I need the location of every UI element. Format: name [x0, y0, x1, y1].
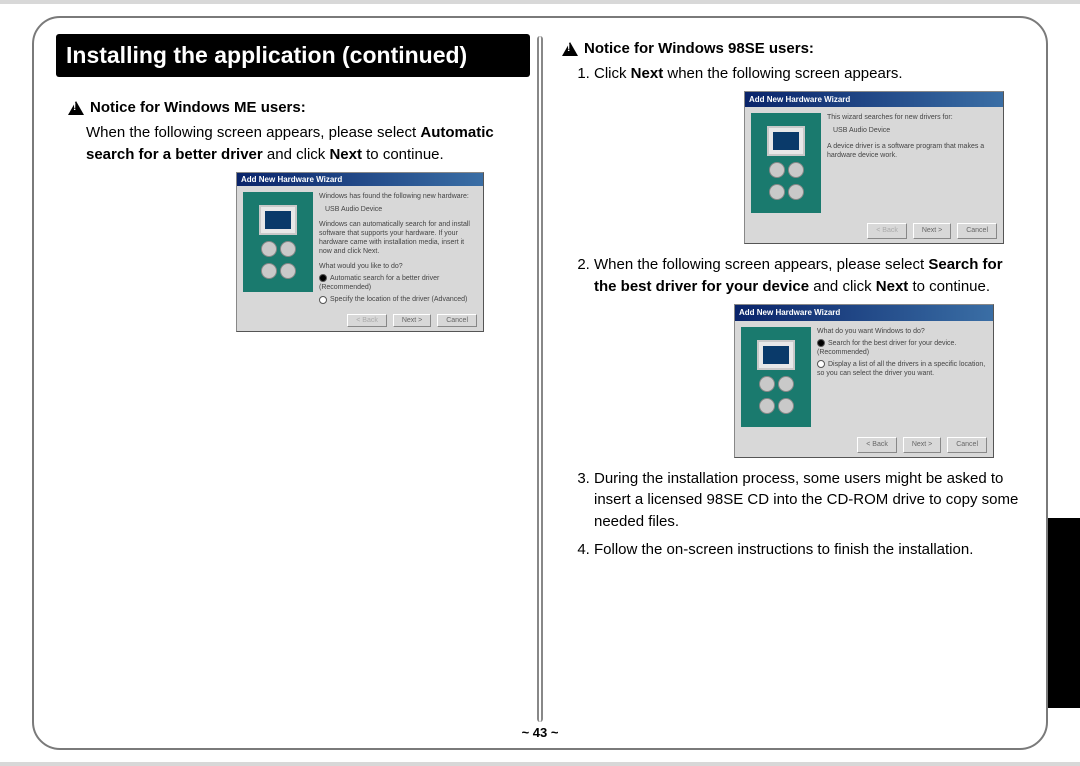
page-bottom-edge [0, 762, 1080, 766]
dialog-98b-footer: < Back Next > Cancel [735, 433, 993, 457]
page-title: Installing the application (continued) [56, 34, 530, 77]
dialog-me-screenshot: Add New Hardware Wizard Windows has foun… [236, 172, 484, 333]
next-button: Next > [393, 314, 431, 327]
dialog-98b-opt2: Display a list of all the drivers in a s… [817, 360, 987, 378]
dialog-98a-body: This wizard searches for new drivers for… [745, 107, 1003, 219]
cd-icon [778, 376, 794, 392]
dialog-me-text: Windows has found the following new hard… [319, 192, 477, 305]
dialog-me-body: Windows has found the following new hard… [237, 186, 483, 311]
cancel-button: Cancel [947, 437, 987, 453]
side-tab-label: Using PC Camera [1057, 540, 1074, 673]
dialog-98b-screenshot: Add New Hardware Wizard What do you want… [734, 304, 994, 458]
notice-me-body: When the following screen appears, pleas… [86, 122, 530, 166]
dialog-me-prompt: What would you like to do? [319, 262, 477, 271]
dialog-98b-opt1: Search for the best driver for your devi… [817, 339, 987, 357]
warning-icon [562, 42, 578, 56]
cd-icon [261, 241, 277, 257]
dialog-98a-line1: This wizard searches for new drivers for… [827, 113, 997, 122]
dialog-98a-titlebar: Add New Hardware Wizard [745, 92, 1003, 108]
back-button: < Back [857, 437, 897, 453]
cd-icon [788, 184, 804, 200]
notice-me-bold2: Next [329, 146, 362, 163]
step2-a: When the following screen appears, pleas… [594, 256, 928, 273]
notice-me-mid: and click [263, 146, 330, 163]
monitor-icon [259, 205, 297, 235]
step2-b2: Next [876, 278, 909, 295]
cd-icon [788, 162, 804, 178]
cd-icon [759, 398, 775, 414]
notice-98-heading: Notice for Windows 98SE users: [562, 40, 1024, 57]
notice-98-heading-text: Notice for Windows 98SE users: [584, 40, 814, 57]
page-frame: Installing the application (continued) N… [32, 16, 1048, 750]
dialog-me-titlebar: Add New Hardware Wizard [237, 173, 483, 186]
cd-icon [759, 376, 775, 392]
right-column: Notice for Windows 98SE users: Click Nex… [540, 18, 1046, 748]
warning-icon [68, 101, 84, 115]
dialog-98b-prompt: What do you want Windows to do? [817, 327, 987, 336]
dialog-98b-text: What do you want Windows to do? Search f… [817, 327, 987, 427]
dialog-98a-footer: < Back Next > Cancel [745, 219, 1003, 243]
step-3: During the installation process, some us… [594, 468, 1024, 533]
dialog-me-illustration [243, 192, 313, 292]
dialog-me-footer: < Back Next > Cancel [237, 310, 483, 331]
dialog-98a-screenshot: Add New Hardware Wizard This wizard sear… [744, 91, 1004, 245]
cd-icon [769, 184, 785, 200]
next-button: Next > [903, 437, 941, 453]
page-top-edge [0, 0, 1080, 4]
dialog-98a-device: USB Audio Device [833, 126, 997, 135]
cd-icon [778, 398, 794, 414]
dialog-me-line2: Windows can automatically search for and… [319, 220, 477, 256]
cd-icon [280, 263, 296, 279]
dialog-98a-line2: A device driver is a software program th… [827, 142, 997, 160]
cancel-button: Cancel [437, 314, 477, 327]
notice-me-heading: Notice for Windows ME users: [68, 99, 530, 116]
page-number: ~ 43 ~ [522, 725, 559, 740]
dialog-me-opt1: Automatic search for a better driver (Re… [319, 274, 477, 292]
dialog-98a-illustration [751, 113, 821, 213]
monitor-icon [767, 126, 805, 156]
back-button: < Back [347, 314, 387, 327]
monitor-icon [757, 340, 795, 370]
notice-me-intro: When the following screen appears, pleas… [86, 124, 416, 141]
notice-98-steps: Click Next when the following screen app… [550, 63, 1024, 561]
cd-icon [280, 241, 296, 257]
dialog-98b-illustration [741, 327, 811, 427]
dialog-me-opt2: Specify the location of the driver (Adva… [319, 295, 477, 304]
step1-a: Click [594, 65, 631, 82]
cancel-button: Cancel [957, 223, 997, 239]
dialog-98b-body: What do you want Windows to do? Search f… [735, 321, 993, 433]
step1-c: when the following screen appears. [663, 65, 902, 82]
step2-mid: and click [809, 278, 876, 295]
step-4: Follow the on-screen instructions to fin… [594, 539, 1024, 561]
cd-icon [261, 263, 277, 279]
step2-tail: to continue. [908, 278, 990, 295]
notice-me-tail: to continue. [362, 146, 444, 163]
dialog-me-line1: Windows has found the following new hard… [319, 192, 477, 201]
next-button: Next > [913, 223, 951, 239]
dialog-98b-titlebar: Add New Hardware Wizard [735, 305, 993, 321]
back-button: < Back [867, 223, 907, 239]
step-1: Click Next when the following screen app… [594, 63, 1024, 244]
dialog-me-device: USB Audio Device [325, 205, 477, 214]
left-column: Installing the application (continued) N… [34, 18, 540, 748]
notice-me-heading-text: Notice for Windows ME users: [90, 99, 306, 116]
step1-b: Next [631, 65, 664, 82]
cd-icon [769, 162, 785, 178]
step-2: When the following screen appears, pleas… [594, 254, 1024, 457]
dialog-98a-text: This wizard searches for new drivers for… [827, 113, 997, 213]
